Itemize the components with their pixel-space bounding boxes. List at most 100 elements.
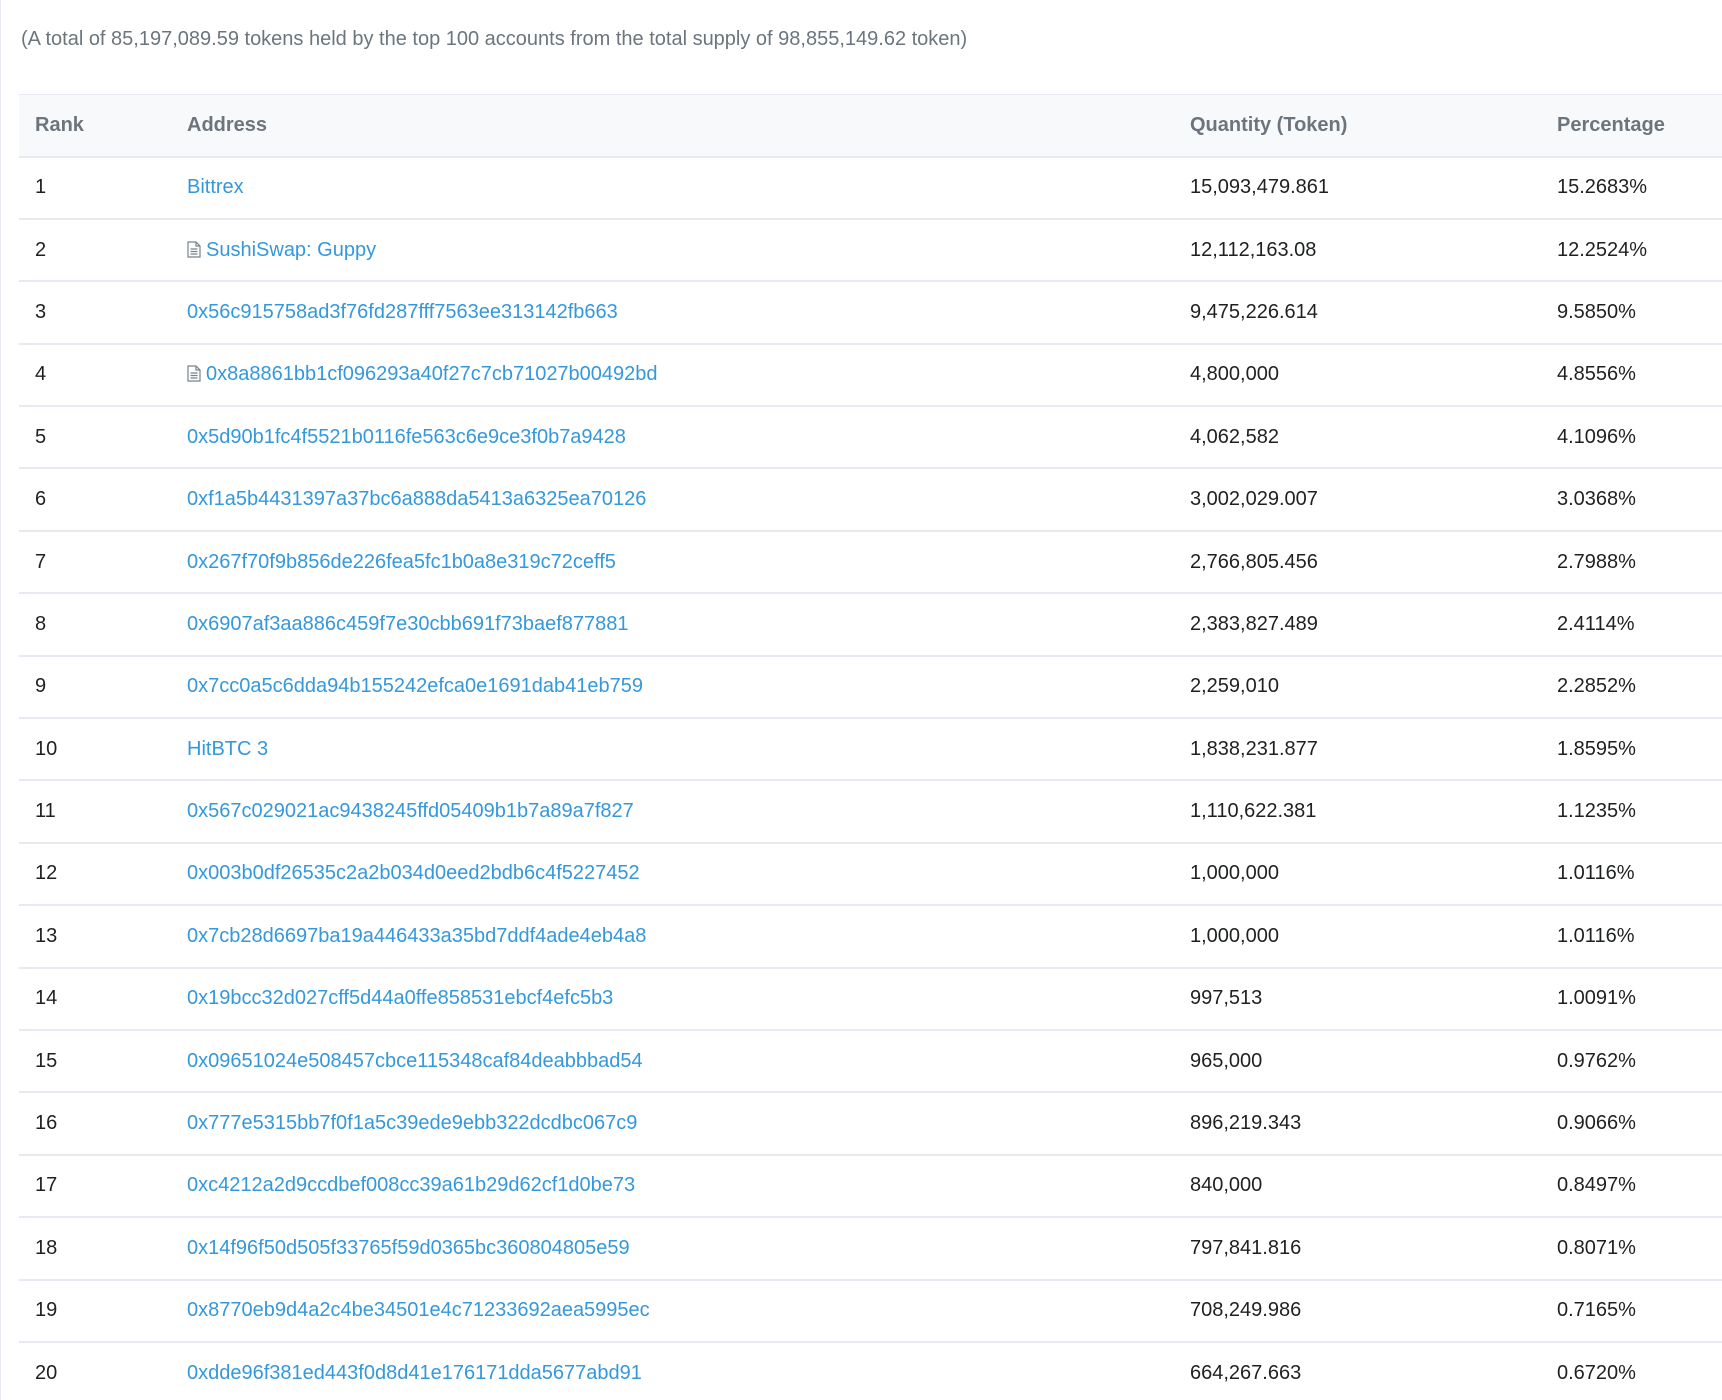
holder-address-link[interactable]: 0x8a8861bb1cf096293a40f27c7cb71027b00492… bbox=[206, 363, 658, 385]
address-cell: 0x14f96f50d505f33765f59d0365bc360804805e… bbox=[171, 1217, 1174, 1281]
percentage-cell: 1.0091% bbox=[1541, 967, 1722, 1031]
percentage-cell: 0.7165% bbox=[1541, 1279, 1722, 1343]
percentage-column-header: Percentage bbox=[1541, 94, 1722, 158]
table-row: 19 0x8770eb9d4a2c4be34501e4c71233692aea59… bbox=[19, 1279, 1722, 1343]
table-row: 4 0x8a8861bb1cf096293a40f27c7cb71027b0049… bbox=[19, 343, 1722, 408]
rank-cell: 7 bbox=[19, 530, 171, 595]
address-cell: 0xc4212a2d9ccdbef008cc39a61b29d62cf1d0be… bbox=[171, 1154, 1174, 1219]
quantity-cell: 708,249.986 bbox=[1174, 1279, 1541, 1343]
holder-address-link[interactable]: 0x7cb28d6697ba19a446433a35bd7ddf4ade4eb4… bbox=[187, 925, 646, 947]
quantity-cell: 896,219.343 bbox=[1174, 1092, 1541, 1156]
table-row: 15 0x09651024e508457cbce115348caf84deabbb… bbox=[19, 1029, 1722, 1094]
token-holders-page: (A total of 85,197,089.59 tokens held by… bbox=[0, 0, 1722, 1400]
table-row: 17 0xc4212a2d9ccdbef008cc39a61b29d62cf1d0… bbox=[19, 1154, 1722, 1219]
table-row: 13 0x7cb28d6697ba19a446433a35bd7ddf4ade4e… bbox=[19, 905, 1722, 969]
table-row: 9 0x7cc0a5c6dda94b155242efca0e1691dab41eb… bbox=[19, 655, 1722, 720]
table-row: 16 0x777e5315bb7f0f1a5c39ede9ebb322dcdbc0… bbox=[19, 1092, 1722, 1156]
table-row: 7 0x267f70f9b856de226fea5fc1b0a8e319c72ce… bbox=[19, 530, 1722, 595]
rank-cell: 13 bbox=[19, 905, 171, 969]
table-header: Rank Address Quantity (Token) Percentage bbox=[19, 94, 1722, 158]
holder-address-link[interactable]: 0x267f70f9b856de226fea5fc1b0a8e319c72cef… bbox=[187, 551, 616, 573]
address-cell: 0x19bcc32d027cff5d44a0ffe858531ebcf4efc5… bbox=[171, 967, 1174, 1031]
rank-cell: 2 bbox=[19, 218, 171, 283]
rank-cell: 8 bbox=[19, 593, 171, 657]
quantity-cell: 840,000 bbox=[1174, 1154, 1541, 1219]
holder-address-link[interactable]: HitBTC 3 bbox=[187, 738, 268, 760]
rank-cell: 5 bbox=[19, 406, 171, 470]
rank-cell: 12 bbox=[19, 842, 171, 907]
quantity-column-header: Quantity (Token) bbox=[1174, 94, 1541, 158]
quantity-cell: 2,766,805.456 bbox=[1174, 530, 1541, 595]
quantity-cell: 997,513 bbox=[1174, 967, 1541, 1031]
address-cell: 0xf1a5b4431397a37bc6a888da5413a6325ea701… bbox=[171, 468, 1174, 532]
table-row: 5 0x5d90b1fc4f5521b0116fe563c6e9ce3f0b7a9… bbox=[19, 406, 1722, 470]
holder-address-link[interactable]: 0x14f96f50d505f33765f59d0365bc360804805e… bbox=[187, 1237, 630, 1259]
quantity-cell: 2,259,010 bbox=[1174, 655, 1541, 720]
holder-address-link[interactable]: 0x777e5315bb7f0f1a5c39ede9ebb322dcdbc067… bbox=[187, 1112, 637, 1134]
holder-address-link[interactable]: 0x8770eb9d4a2c4be34501e4c71233692aea5995… bbox=[187, 1299, 650, 1321]
holder-address-link[interactable]: 0x567c029021ac9438245ffd05409b1b7a89a7f8… bbox=[187, 800, 634, 822]
table-row: 10 HitBTC 3 1,838,231.877 1.8595% bbox=[19, 718, 1722, 782]
address-cell: 0x09651024e508457cbce115348caf84deabbbad… bbox=[171, 1029, 1174, 1094]
holder-address-link[interactable]: SushiSwap: Guppy bbox=[206, 239, 376, 261]
holder-address-link[interactable]: 0x19bcc32d027cff5d44a0ffe858531ebcf4efc5… bbox=[187, 987, 613, 1009]
percentage-cell: 15.2683% bbox=[1541, 156, 1722, 220]
holder-address-link[interactable]: 0x09651024e508457cbce115348caf84deabbbad… bbox=[187, 1050, 643, 1072]
holder-address-link[interactable]: 0x56c915758ad3f76fd287fff7563ee313142fb6… bbox=[187, 301, 618, 323]
table-row: 20 0xdde96f381ed443f0d8d41e176171dda5677a… bbox=[19, 1341, 1722, 1400]
quantity-cell: 15,093,479.861 bbox=[1174, 156, 1541, 220]
percentage-cell: 0.8071% bbox=[1541, 1217, 1722, 1281]
rank-cell: 19 bbox=[19, 1279, 171, 1343]
holder-address-link[interactable]: 0x6907af3aa886c459f7e30cbb691f73baef8778… bbox=[187, 613, 629, 635]
rank-cell: 18 bbox=[19, 1217, 171, 1281]
percentage-cell: 0.9762% bbox=[1541, 1029, 1722, 1094]
address-cell: 0x8770eb9d4a2c4be34501e4c71233692aea5995… bbox=[171, 1279, 1174, 1343]
holder-address-link[interactable]: 0xdde96f381ed443f0d8d41e176171dda5677abd… bbox=[187, 1362, 642, 1384]
percentage-cell: 0.6720% bbox=[1541, 1341, 1722, 1400]
quantity-cell: 1,000,000 bbox=[1174, 905, 1541, 969]
quantity-cell: 4,800,000 bbox=[1174, 343, 1541, 408]
holders-summary: (A total of 85,197,089.59 tokens held by… bbox=[21, 28, 968, 50]
table-row: 8 0x6907af3aa886c459f7e30cbb691f73baef877… bbox=[19, 593, 1722, 657]
rank-cell: 20 bbox=[19, 1341, 171, 1400]
address-cell: SushiSwap: Guppy bbox=[171, 218, 1174, 283]
quantity-cell: 4,062,582 bbox=[1174, 406, 1541, 470]
rank-cell: 15 bbox=[19, 1029, 171, 1094]
holder-address-link[interactable]: 0x5d90b1fc4f5521b0116fe563c6e9ce3f0b7a94… bbox=[187, 426, 626, 448]
address-cell: 0x6907af3aa886c459f7e30cbb691f73baef8778… bbox=[171, 593, 1174, 657]
rank-cell: 17 bbox=[19, 1154, 171, 1219]
contract-document-icon bbox=[187, 240, 201, 258]
header-row: Rank Address Quantity (Token) Percentage bbox=[19, 94, 1722, 158]
rank-cell: 16 bbox=[19, 1092, 171, 1156]
rank-cell: 10 bbox=[19, 718, 171, 782]
address-cell: 0x777e5315bb7f0f1a5c39ede9ebb322dcdbc067… bbox=[171, 1092, 1174, 1156]
table-row: 14 0x19bcc32d027cff5d44a0ffe858531ebcf4ef… bbox=[19, 967, 1722, 1031]
table-row: 6 0xf1a5b4431397a37bc6a888da5413a6325ea70… bbox=[19, 468, 1722, 532]
quantity-cell: 3,002,029.007 bbox=[1174, 468, 1541, 532]
address-cell: 0x267f70f9b856de226fea5fc1b0a8e319c72cef… bbox=[171, 530, 1174, 595]
table-row: 2 SushiSwap: Guppy 12,112,163.08 12.2524% bbox=[19, 218, 1722, 283]
holder-address-link[interactable]: Bittrex bbox=[187, 176, 244, 198]
quantity-cell: 1,838,231.877 bbox=[1174, 718, 1541, 782]
address-cell: 0x003b0df26535c2a2b034d0eed2bdb6c4f52274… bbox=[171, 842, 1174, 907]
rank-cell: 6 bbox=[19, 468, 171, 532]
address-cell: 0x7cb28d6697ba19a446433a35bd7ddf4ade4eb4… bbox=[171, 905, 1174, 969]
table-row: 12 0x003b0df26535c2a2b034d0eed2bdb6c4f522… bbox=[19, 842, 1722, 907]
quantity-cell: 664,267.663 bbox=[1174, 1341, 1541, 1400]
percentage-cell: 4.8556% bbox=[1541, 343, 1722, 408]
quantity-cell: 797,841.816 bbox=[1174, 1217, 1541, 1281]
percentage-cell: 1.0116% bbox=[1541, 842, 1722, 907]
percentage-cell: 12.2524% bbox=[1541, 218, 1722, 283]
holder-address-link[interactable]: 0x003b0df26535c2a2b034d0eed2bdb6c4f52274… bbox=[187, 862, 640, 884]
holder-address-link[interactable]: 0x7cc0a5c6dda94b155242efca0e1691dab41eb7… bbox=[187, 675, 643, 697]
rank-cell: 4 bbox=[19, 343, 171, 408]
holder-address-link[interactable]: 0xc4212a2d9ccdbef008cc39a61b29d62cf1d0be… bbox=[187, 1174, 635, 1196]
rank-column-header: Rank bbox=[19, 94, 171, 158]
holder-address-link[interactable]: 0xf1a5b4431397a37bc6a888da5413a6325ea701… bbox=[187, 488, 646, 510]
percentage-cell: 2.2852% bbox=[1541, 655, 1722, 720]
address-cell: HitBTC 3 bbox=[171, 718, 1174, 782]
rank-cell: 9 bbox=[19, 655, 171, 720]
rank-cell: 14 bbox=[19, 967, 171, 1031]
percentage-cell: 2.4114% bbox=[1541, 593, 1722, 657]
address-cell: 0x56c915758ad3f76fd287fff7563ee313142fb6… bbox=[171, 281, 1174, 345]
